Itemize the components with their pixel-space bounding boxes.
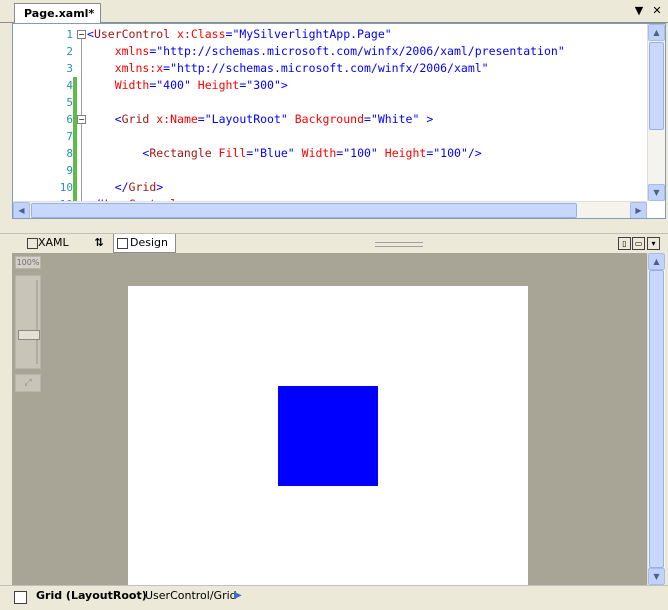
window-dropdown-icon[interactable]: ▼ <box>632 4 646 18</box>
blue-rectangle[interactable] <box>278 386 378 486</box>
xaml-code-editor[interactable]: 1234567891011 −− <UserControl x:Class="M… <box>12 23 666 219</box>
swap-panes-button[interactable]: ⇅ <box>88 234 110 252</box>
code-token: "http://schemas.microsoft.com/winfx/2006… <box>156 44 565 58</box>
view-split-bar: XAML ⇅ Design ▯ ▭ ▾ <box>0 233 668 254</box>
outlining-margin: − − <box>77 24 87 218</box>
line-number: 2 <box>66 45 73 58</box>
code-token: Fill <box>211 146 247 160</box>
code-token: > <box>156 180 164 194</box>
selected-element-label[interactable]: Grid (LayoutRoot) <box>36 586 147 606</box>
scroll-down-button[interactable]: ▼ <box>648 184 665 201</box>
close-icon[interactable]: ✕ <box>650 4 664 18</box>
breadcrumb-next-arrow-icon[interactable]: ▶ <box>234 586 242 606</box>
horizontal-split-icon[interactable]: ▭ <box>632 237 645 250</box>
line-number: 10 <box>59 181 73 194</box>
code-token: Height <box>377 146 427 160</box>
design-scroll-thumb[interactable] <box>649 270 664 568</box>
zoom-slider[interactable] <box>15 275 41 369</box>
zoom-level-label: 100% <box>15 256 41 269</box>
zoom-to-fit-icon[interactable]: ⤢ <box>15 374 41 392</box>
scroll-left-button[interactable]: ◀ <box>13 202 30 218</box>
xaml-icon <box>27 238 38 249</box>
line-number: 9 <box>66 164 73 177</box>
design-scroll-down-button[interactable]: ▼ <box>648 568 665 585</box>
code-token: xmlns:x <box>87 61 164 75</box>
line-number: 5 <box>66 96 73 109</box>
code-token: "Blue" <box>253 146 295 160</box>
code-token: Rectangle <box>149 146 212 160</box>
code-token: x:Name <box>149 112 198 126</box>
code-token: Width <box>87 78 150 92</box>
document-tab-strip: Page.xaml* ▼ ✕ <box>0 0 668 23</box>
code-token: > <box>419 112 434 126</box>
line-number: 1 <box>66 28 73 41</box>
code-token: Width <box>294 146 337 160</box>
line-number: 3 <box>66 62 73 75</box>
horizontal-scroll-thumb[interactable] <box>31 203 577 218</box>
code-token: Height <box>190 78 240 92</box>
code-line[interactable]: <Rectangle Fill="Blue" Width="100" Heigh… <box>87 145 482 162</box>
code-token: x:Class <box>170 27 226 41</box>
code-token: < <box>87 27 94 41</box>
code-line[interactable]: <UserControl x:Class="MySilverlightApp.P… <box>87 26 392 43</box>
design-vertical-scrollbar[interactable]: ▲ ▼ <box>647 253 665 585</box>
splitter-grip[interactable] <box>375 242 423 247</box>
code-token: = <box>364 112 371 126</box>
zoom-slider-rail <box>36 280 38 364</box>
code-area[interactable]: <UserControl x:Class="MySilverlightApp.P… <box>87 24 647 218</box>
code-token: "MySilverlightApp.Page" <box>232 27 392 41</box>
tab-xaml[interactable]: XAML <box>24 234 75 252</box>
collapse-region-icon[interactable]: − <box>77 115 86 124</box>
line-number: 7 <box>66 130 73 143</box>
code-line[interactable]: <Grid x:Name="LayoutRoot" Background="Wh… <box>87 111 434 128</box>
editor-vertical-scrollbar[interactable]: ▲ ▼ <box>647 24 665 201</box>
code-line[interactable]: xmlns="http://schemas.microsoft.com/winf… <box>87 43 565 60</box>
line-number: 8 <box>66 147 73 160</box>
vertical-split-icon[interactable]: ▯ <box>618 237 631 250</box>
editor-horizontal-scrollbar[interactable]: ◀ ▶ <box>13 201 647 218</box>
code-token: UserControl <box>93 27 171 41</box>
code-line[interactable]: </Grid> <box>87 179 164 196</box>
design-scroll-up-button[interactable]: ▲ <box>648 253 665 270</box>
code-token: "100" <box>343 146 378 160</box>
document-tab-page-xaml[interactable]: Page.xaml* <box>14 3 102 23</box>
code-token: /> <box>467 146 482 160</box>
selection-breadcrumb-bar: Grid (LayoutRoot) UserControl/Grid ▶ <box>0 585 668 610</box>
tab-xaml-label: XAML <box>38 236 69 249</box>
collapse-region-icon[interactable]: − <box>77 30 86 39</box>
code-token: Background <box>287 112 364 126</box>
scroll-up-button[interactable]: ▲ <box>648 24 665 41</box>
code-token: "http://schemas.microsoft.com/winfx/2006… <box>170 61 489 75</box>
breadcrumb-path[interactable]: UserControl/Grid <box>145 586 237 606</box>
document-outline-icon[interactable] <box>14 591 27 604</box>
zoom-slider-thumb[interactable] <box>18 330 40 340</box>
code-token: "100" <box>433 146 468 160</box>
code-token: Grid <box>121 112 150 126</box>
vertical-scroll-thumb[interactable] <box>649 42 664 130</box>
code-token: xmlns <box>87 44 150 58</box>
code-token: > <box>280 78 288 92</box>
code-token: </ <box>87 180 129 194</box>
line-number: 6 <box>66 113 73 126</box>
tab-design-label: Design <box>130 236 168 249</box>
collapse-pane-icon[interactable]: ▾ <box>647 237 660 250</box>
code-line[interactable]: xmlns:x="http://schemas.microsoft.com/wi… <box>87 60 489 77</box>
code-token: Grid <box>128 180 157 194</box>
design-icon <box>117 238 128 249</box>
code-token: "LayoutRoot" <box>204 112 288 126</box>
code-token: "White" <box>370 112 420 126</box>
code-token: = <box>197 112 205 126</box>
tab-design[interactable]: Design <box>113 234 176 253</box>
code-line[interactable]: Width="400" Height="300"> <box>87 77 288 94</box>
line-number-gutter: 1234567891011 <box>13 24 73 218</box>
outline-guide <box>81 124 82 188</box>
design-surface[interactable]: 100% ⤢ <box>12 253 647 586</box>
usercontrol-canvas[interactable] <box>128 286 528 586</box>
scroll-right-button[interactable]: ▶ <box>630 202 647 218</box>
code-token: < <box>87 146 150 160</box>
code-token: "300" <box>246 78 281 92</box>
line-number: 4 <box>66 79 73 92</box>
code-token: < <box>87 112 122 126</box>
code-token: "400" <box>156 78 191 92</box>
